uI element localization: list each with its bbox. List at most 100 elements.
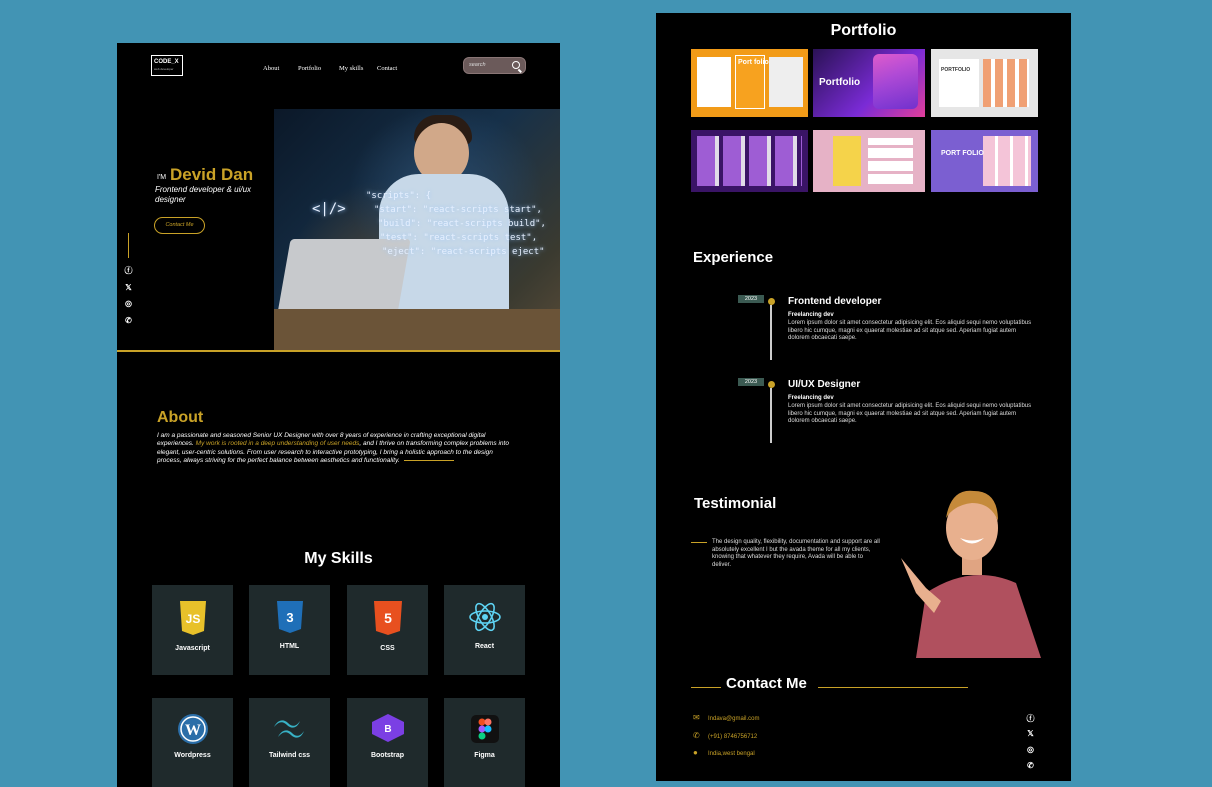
thumb-label: Port folio — [738, 59, 769, 66]
skills-title: My Skills — [304, 550, 373, 567]
code-line: "build": "react-scripts build", — [378, 219, 546, 229]
code-line: "scripts": { — [366, 191, 432, 201]
contact-line-left — [691, 687, 721, 688]
contact-email[interactable]: ✉ Indava@gmail.com — [693, 713, 759, 722]
mail-icon: ✉ — [693, 713, 700, 722]
about-title: About — [157, 409, 204, 426]
hero-prefix: I'M — [157, 174, 167, 181]
search-bar[interactable]: search — [463, 57, 526, 74]
nav-contact[interactable]: Contact — [377, 65, 397, 72]
experience-role: UI/UX Designer — [788, 379, 861, 390]
facebook-icon[interactable]: ⓕ — [1026, 713, 1035, 723]
css-icon: 5 — [373, 601, 402, 635]
site-logo[interactable]: CODE_X web developer — [151, 55, 183, 76]
portfolio-thumb[interactable] — [813, 130, 925, 192]
skill-label: Bootstrap — [370, 752, 405, 759]
section-divider — [117, 350, 560, 352]
bootstrap-icon: B — [371, 714, 404, 742]
timeline-dot — [768, 298, 775, 305]
svg-text:3: 3 — [286, 610, 293, 625]
wordpress-icon: W — [177, 714, 208, 744]
svg-text:W: W — [185, 722, 201, 739]
testimonial-text: The design quality, flexibility, documen… — [712, 539, 880, 568]
svg-text:B: B — [384, 724, 391, 735]
contact-me-button[interactable]: Contact Me — [154, 217, 205, 234]
search-input[interactable]: search — [469, 62, 486, 68]
experience-company: Freelancing dev — [788, 312, 834, 318]
nav-about[interactable]: About — [263, 65, 279, 72]
experience-company: Freelancing dev — [788, 395, 834, 401]
instagram-icon[interactable]: ◎ — [124, 299, 133, 308]
skill-card-react[interactable]: React — [444, 585, 525, 675]
html-icon: 3 — [276, 601, 303, 633]
svg-text:5: 5 — [384, 610, 392, 626]
experience-role: Frontend developer — [788, 296, 882, 307]
portfolio-thumb[interactable]: Portfolio — [813, 49, 925, 117]
phone-text: (+91) 8746756712 — [708, 734, 758, 740]
timeline-year: 2023 — [738, 378, 764, 386]
whatsapp-icon[interactable]: ✆ — [124, 316, 133, 325]
portfolio-thumb[interactable]: PORT FOLIO — [931, 130, 1038, 192]
portfolio-thumb[interactable]: Port folio — [691, 49, 808, 117]
thumb-label: PORT FOLIO — [941, 150, 984, 157]
nav-portfolio[interactable]: Portfolio — [298, 65, 321, 72]
portfolio-thumb[interactable]: PORTFOLIO — [931, 49, 1038, 117]
tailwind-icon — [273, 720, 304, 738]
contact-line-right — [818, 687, 968, 688]
skill-label: Figma — [474, 752, 495, 759]
testimonial-title: Testimonial — [694, 495, 777, 512]
nav-my-skills[interactable]: My skills — [339, 65, 363, 72]
testimonial-person-image — [901, 490, 1041, 658]
experience-title: Experience — [693, 249, 774, 266]
timeline-dot — [768, 381, 775, 388]
thumb-label: Portfolio — [819, 77, 861, 88]
react-icon — [468, 602, 501, 632]
logo-subtext: web developer — [154, 67, 174, 71]
facebook-icon[interactable]: ⓕ — [124, 266, 133, 275]
code-line: "test": "react-scripts test", — [380, 233, 538, 243]
about-highlight: My work is rooted in a deep understandin… — [195, 440, 360, 448]
social-divider — [128, 233, 129, 258]
contact-location[interactable]: ● India,west bengal — [693, 748, 755, 757]
hero-image: <|/> "scripts": { "start": "react-script… — [274, 109, 560, 350]
portfolio-page-preview: Portfolio Port folio Portfolio PORTFOLIO… — [656, 13, 1071, 781]
javascript-icon: JS — [179, 601, 206, 635]
figma-icon — [470, 715, 499, 743]
skill-card-javascript[interactable]: JS Javascript — [152, 585, 233, 675]
timeline-line — [770, 388, 772, 443]
contact-title: Contact Me — [726, 675, 807, 692]
experience-description: Lorem ipsum dolor sit amet consectetur a… — [788, 320, 1032, 341]
skill-card-html[interactable]: 3 HTML — [249, 585, 330, 675]
skill-label: HTML — [279, 643, 300, 650]
skill-label: Tailwind css — [268, 752, 311, 759]
skill-card-bootstrap[interactable]: B Bootstrap — [347, 698, 428, 787]
hero-subtitle: Frontend developer & ui/ux designer — [155, 185, 252, 204]
portfolio-thumb[interactable] — [691, 130, 808, 192]
about-underline — [403, 459, 454, 461]
whatsapp-icon[interactable]: ✆ — [1026, 761, 1035, 770]
skill-label: CSS — [380, 645, 395, 652]
skill-card-tailwind[interactable]: Tailwind css — [249, 698, 330, 787]
location-text: India,west bengal — [708, 751, 755, 757]
x-icon[interactable]: 𝕏 — [1026, 729, 1035, 738]
desk — [274, 309, 560, 350]
contact-phone[interactable]: ✆ (+91) 8746756712 — [693, 731, 757, 740]
home-page-preview: CODE_X web developer About Portfolio My … — [117, 43, 560, 787]
instagram-icon[interactable]: ◎ — [1026, 745, 1035, 754]
skill-card-wordpress[interactable]: W Wordpress — [152, 698, 233, 787]
phone-icon: ✆ — [693, 731, 700, 740]
logo-text: CODE_X — [154, 59, 179, 65]
search-icon[interactable] — [512, 61, 520, 69]
thumb-label: PORTFOLIO — [941, 67, 971, 73]
about-text: I am a passionate and seasoned Senior UX… — [157, 432, 517, 465]
location-pin-icon: ● — [693, 748, 698, 757]
email-text: Indava@gmail.com — [708, 716, 760, 722]
experience-description: Lorem ipsum dolor sit amet consectetur a… — [788, 403, 1032, 424]
code-symbol: <|/> — [312, 201, 346, 217]
skill-card-css[interactable]: 5 CSS — [347, 585, 428, 675]
skill-card-figma[interactable]: Figma — [444, 698, 525, 787]
skill-label: Wordpress — [174, 752, 211, 759]
x-icon[interactable]: 𝕏 — [124, 283, 133, 292]
portfolio-title: Portfolio — [830, 22, 897, 39]
skill-label: React — [474, 643, 495, 650]
